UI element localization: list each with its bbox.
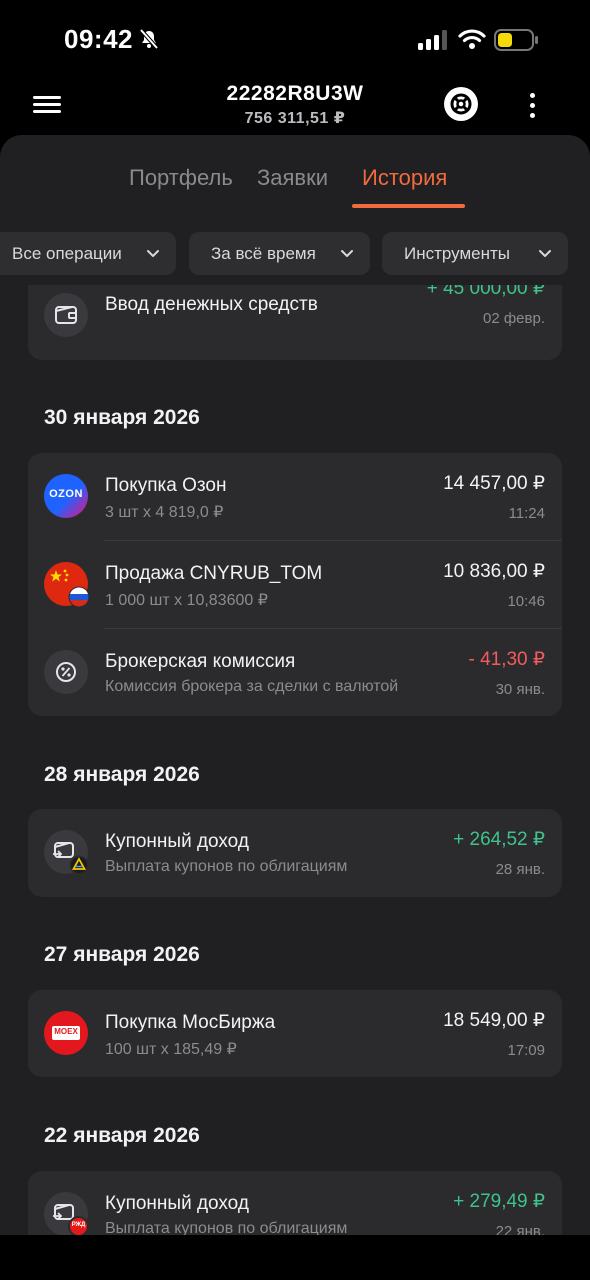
- operation-title: Продажа CNYRUB_TOM: [105, 563, 323, 584]
- wifi-icon: [458, 29, 486, 49]
- app-header: 22282R8U3W 756 311,51 ₽: [0, 80, 590, 136]
- tab-history[interactable]: История: [362, 165, 447, 191]
- operation-time: 10:46: [507, 593, 545, 610]
- chevron-down-icon: [539, 250, 551, 257]
- operations-card: Ввод денежных средств + 45 000,00 ₽ 02 ф…: [28, 285, 562, 360]
- operation-subtitle: 100 шт x 185,49 ₽: [105, 1041, 237, 1058]
- date-header: 30 января 2026: [44, 406, 200, 429]
- operation-title: Купонный доход: [105, 1193, 249, 1214]
- operation-title: Брокерская комиссия: [105, 651, 296, 672]
- chevron-down-icon: [341, 250, 353, 257]
- more-dot: [529, 112, 535, 118]
- date-header: 22 января 2026: [44, 1124, 200, 1147]
- operations-card: OZON Покупка Озон 3 шт x 4 819,0 ₽ 14 45…: [28, 453, 562, 716]
- operation-title: Покупка МосБиржа: [105, 1012, 276, 1033]
- operation-time: 28 янв.: [495, 861, 545, 878]
- china-russia-flags-icon: [44, 562, 90, 608]
- rzd-logo-text: РЖД: [71, 1222, 86, 1228]
- tab-portfolio[interactable]: Портфель: [129, 165, 233, 191]
- chevron-down-icon: [147, 250, 159, 257]
- more-dot: [529, 92, 535, 98]
- active-tab-indicator: [352, 204, 465, 208]
- status-bar: 09:42: [0, 0, 590, 80]
- operations-card: MOEX Покупка МосБиржа 100 шт x 185,49 ₽ …: [28, 990, 562, 1077]
- operations-card: Купонный доход Выплата купонов по облига…: [28, 809, 562, 897]
- more-options-button[interactable]: [520, 88, 544, 122]
- operation-amount: 10 836,00 ₽: [443, 561, 545, 582]
- operation-subtitle: 3 шт x 4 819,0 ₽: [105, 504, 224, 521]
- moex-logo-icon: MOEX: [44, 1011, 88, 1055]
- filter-instruments[interactable]: Инструменты: [382, 232, 568, 275]
- bell-muted-icon: [139, 28, 159, 50]
- filter-period-label: За всё время: [211, 243, 316, 263]
- history-sheet: Портфель Заявки История Все операции За …: [0, 135, 590, 1235]
- tab-bar: Портфель Заявки История: [0, 165, 590, 209]
- ozon-logo-icon: OZON: [44, 474, 88, 518]
- operation-amount: - 41,30 ₽: [468, 649, 545, 670]
- operation-subtitle: Выплата купонов по облигациям: [105, 1220, 348, 1235]
- filter-bar: Все операции За всё время Инструменты: [0, 232, 590, 276]
- coupon-bond-icon: [44, 830, 89, 875]
- filter-period[interactable]: За всё время: [189, 232, 370, 275]
- operation-title: Купонный доход: [105, 831, 249, 852]
- account-number[interactable]: 22282R8U3W: [0, 82, 590, 106]
- operation-time: 11:24: [508, 505, 545, 522]
- support-button[interactable]: [444, 87, 478, 121]
- operation-row[interactable]: Продажа CNYRUB_TOM 1 000 шт x 10,83600 ₽…: [28, 541, 562, 629]
- operation-subtitle: Комиссия брокера за сделки с валютой: [105, 678, 399, 695]
- operation-title: Ввод денежных средств: [105, 294, 318, 315]
- operation-amount: + 45 000,00 ₽: [426, 285, 545, 299]
- operation-row[interactable]: Брокерская комиссия Комиссия брокера за …: [28, 629, 562, 716]
- operation-subtitle: 1 000 шт x 10,83600 ₽: [105, 592, 268, 609]
- filter-operations[interactable]: Все операции: [0, 232, 176, 275]
- lifebuoy-icon: [450, 93, 472, 115]
- operation-time: 17:09: [507, 1042, 545, 1059]
- filter-instruments-label: Инструменты: [404, 243, 511, 263]
- operation-amount: 18 549,00 ₽: [443, 1010, 545, 1031]
- operation-row[interactable]: Купонный доход Выплата купонов по облига…: [28, 809, 562, 897]
- moex-logo-text: MOEX: [54, 1027, 78, 1036]
- percent-icon: [44, 650, 88, 694]
- operation-title: Покупка Озон: [105, 475, 227, 496]
- date-header: 27 января 2026: [44, 943, 200, 966]
- operation-row[interactable]: MOEX Покупка МосБиржа 100 шт x 185,49 ₽ …: [28, 990, 562, 1077]
- operation-subtitle: Выплата купонов по облигациям: [105, 858, 348, 875]
- account-total: 756 311,51 ₽: [244, 110, 346, 127]
- status-time: 09:42: [64, 24, 133, 54]
- ozon-logo-text: OZON: [49, 488, 83, 500]
- filter-operations-label: Все операции: [12, 243, 122, 263]
- operation-time: 02 февр.: [482, 310, 545, 327]
- tab-orders[interactable]: Заявки: [257, 165, 328, 191]
- operations-card: РЖД Купонный доход Выплата купонов по об…: [28, 1171, 562, 1235]
- operation-row[interactable]: Ввод денежных средств + 45 000,00 ₽ 02 ф…: [28, 285, 562, 360]
- operation-row[interactable]: OZON Покупка Озон 3 шт x 4 819,0 ₽ 14 45…: [28, 453, 562, 541]
- operations-feed[interactable]: Ввод денежных средств + 45 000,00 ₽ 02 ф…: [0, 285, 590, 1235]
- operation-time: 30 янв.: [495, 681, 545, 698]
- more-dot: [529, 102, 535, 108]
- cellular-signal-icon: [418, 30, 447, 50]
- battery-icon: [494, 29, 538, 51]
- date-header: 28 января 2026: [44, 763, 200, 786]
- operation-row[interactable]: РЖД Купонный доход Выплата купонов по об…: [28, 1171, 562, 1235]
- bottom-safe-area: [0, 1235, 590, 1280]
- coupon-rzd-icon: РЖД: [44, 1192, 89, 1235]
- operation-amount: + 279,49 ₽: [453, 1191, 545, 1212]
- operation-amount: + 264,52 ₽: [453, 829, 545, 850]
- wallet-deposit-icon: [44, 293, 88, 337]
- operation-amount: 14 457,00 ₽: [443, 473, 545, 494]
- operation-time: 22 янв.: [495, 1223, 545, 1235]
